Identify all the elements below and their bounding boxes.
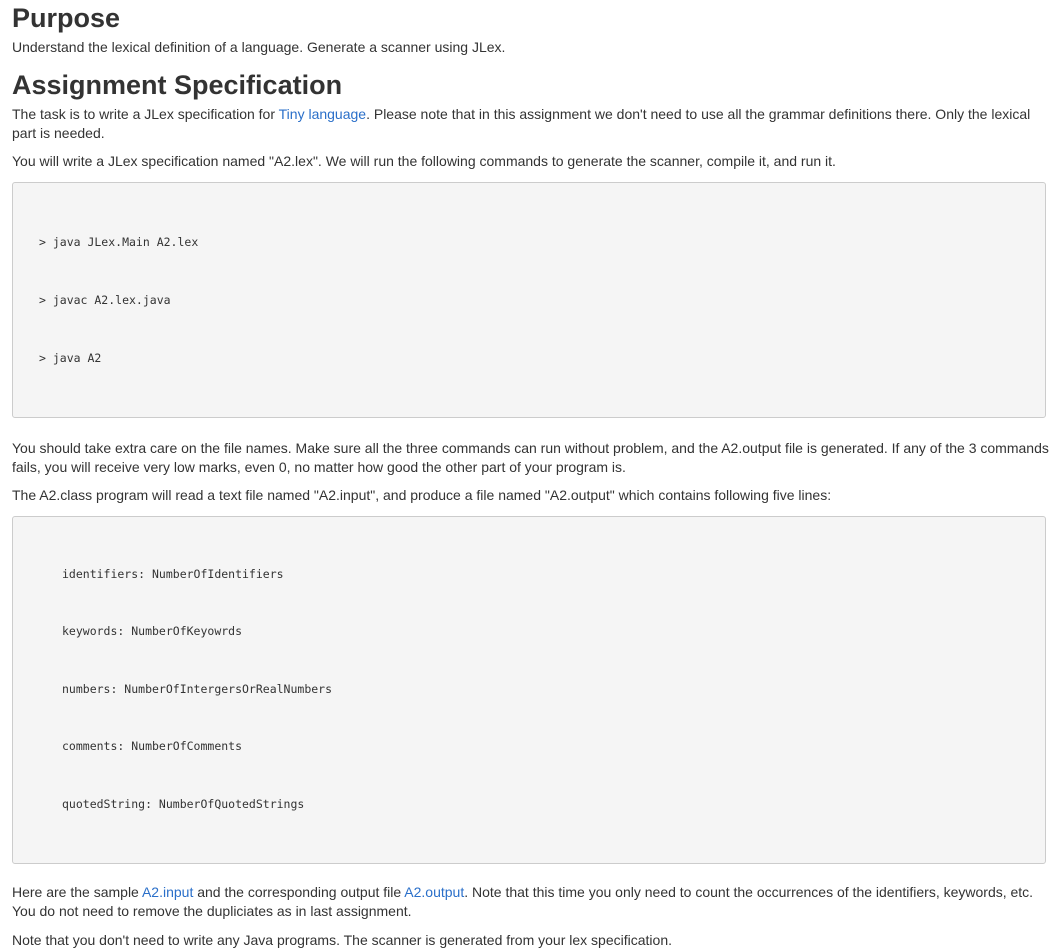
spec-paragraph-1: The task is to write a JLex specificatio… [12,105,1051,143]
command-line: > java JLex.Main A2.lex [39,235,199,250]
output-line: numbers: NumberOfIntergersOrRealNumbers [62,681,333,696]
spec-paragraph-6: Note that you don't need to write any Ja… [12,931,672,948]
command-line: > javac A2.lex.java [39,293,171,307]
spec-heading: Assignment Specification [12,70,343,100]
command-line: > java A2 [39,350,102,365]
a2-input-link[interactable]: A2.input [142,884,193,900]
spec-p1-before: The task is to write a JLex specificatio… [12,106,279,122]
spec-paragraph-5: Here are the sample A2.input and the cor… [12,883,1051,921]
purpose-heading: Purpose [12,3,121,33]
commands-code-block: > java JLex.Main A2.lex > javac A2.lex.j… [12,182,1046,419]
output-format-code-block: identifiers: NumberOfIdentifiers keyword… [12,516,1046,864]
document-page: Purpose Understand the lexical definitio… [0,0,1063,950]
output-line: keywords: NumberOfKeyowrds [62,624,243,639]
tiny-language-link[interactable]: Tiny language [279,106,366,122]
spec-paragraph-4: The A2.class program will read a text fi… [12,487,832,504]
spec-p5-middle: and the corresponding output file [193,883,405,900]
spec-paragraph-3: You should take extra care on the file n… [12,440,1049,476]
a2-output-link[interactable]: A2.output [404,884,464,900]
output-line: identifiers: NumberOfIdentifiers [62,566,284,581]
purpose-text: Understand the lexical definition of a l… [12,39,506,55]
output-line: comments: NumberOfComments [62,739,243,754]
spec-p5-before: Here are the sample [12,883,142,900]
spec-paragraph-2: You will write a JLex specification name… [12,153,836,169]
output-line: quotedString: NumberOfQuotedStrings [62,796,305,811]
